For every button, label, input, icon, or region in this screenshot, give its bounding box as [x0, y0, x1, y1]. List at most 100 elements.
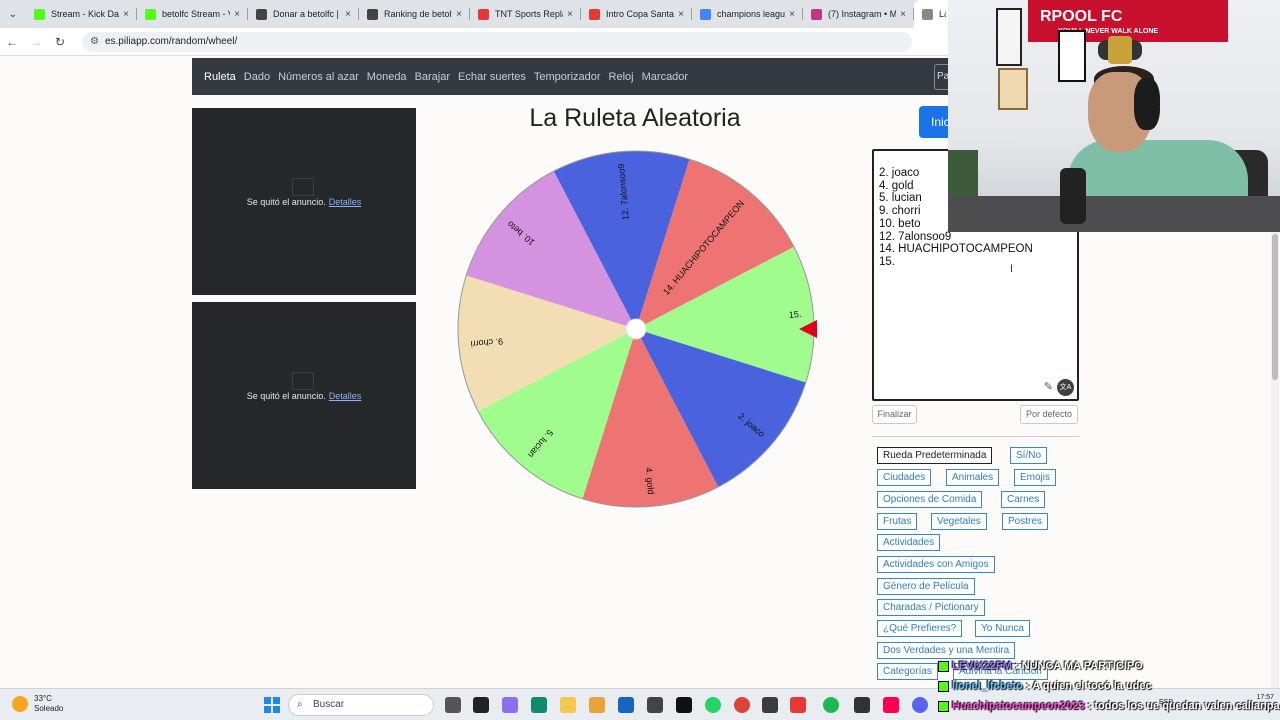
preset-button[interactable]: Rueda Predeterminada	[877, 447, 993, 464]
preset-button[interactable]: Postres	[1002, 513, 1048, 530]
nav-item[interactable]: Barajar	[415, 71, 450, 83]
url-text: es.piliapp.com/random/wheel/	[104, 36, 238, 47]
start-button[interactable]: Inic	[919, 106, 951, 138]
roulette-wheel[interactable]: 15.2. joaco4. gold5. lucian9. chorri10. …	[455, 148, 817, 510]
preset-button[interactable]: Actividades	[877, 534, 941, 551]
close-tab-icon[interactable]: ×	[678, 9, 684, 20]
preset-button[interactable]: Género de Película	[877, 578, 975, 595]
browser-tab[interactable]: champions league ×	[692, 0, 803, 28]
chat-text: : NUNCA MA PARTICIPO	[1014, 660, 1143, 672]
kick-badge-icon	[938, 700, 949, 712]
nav-item[interactable]: Números al azar	[278, 71, 359, 83]
discord-icon[interactable]	[912, 697, 928, 713]
reload-icon[interactable]: ↻	[48, 35, 72, 49]
ad-details-link[interactable]: Detalles	[329, 391, 362, 401]
nav-items: Ruleta Dado Números al azar Moneda Barajar Ec…	[200, 71, 692, 83]
tab-title: Intro Copa Santan	[606, 9, 675, 19]
outlook-icon[interactable]	[618, 697, 634, 713]
copilot-icon[interactable]	[502, 697, 518, 713]
preset-button[interactable]: Emojis	[1014, 469, 1057, 486]
nav-item[interactable]: Marcador	[642, 71, 688, 83]
site-settings-icon[interactable]: ⚙	[90, 36, 99, 47]
textarea-tools: ✎ 文A	[1044, 379, 1074, 396]
weather-desc: Soleado	[34, 704, 64, 713]
tab-favicon-icon	[145, 8, 156, 20]
finalizar-button[interactable]: Finalizar	[872, 405, 917, 424]
forward-icon[interactable]: →	[24, 35, 48, 49]
obs-icon[interactable]	[647, 697, 663, 713]
windows-start-icon[interactable]	[264, 697, 280, 713]
browser-tab[interactable]: Stream - Kick Das ×	[26, 0, 137, 28]
page-scrollbar[interactable]	[1271, 232, 1279, 690]
tiktok-icon[interactable]	[676, 697, 692, 713]
weather-widget[interactable]: 33°C Soleado	[12, 694, 63, 714]
por-defecto-button[interactable]: Por defecto	[1020, 405, 1078, 424]
wall-poster	[1058, 30, 1086, 82]
preset-button[interactable]: Categorías	[877, 663, 938, 680]
translate-icon[interactable]: 文A	[1057, 379, 1074, 396]
tiktok-live-icon[interactable]	[883, 697, 899, 713]
tab-list: Stream - Kick Das × betolfc Stream - V × Don…	[26, 0, 914, 28]
tab-search-icon[interactable]: ⌄	[0, 0, 26, 28]
close-tab-icon[interactable]: ×	[123, 9, 129, 20]
preset-button[interactable]: Frutas	[877, 513, 918, 530]
close-tab-icon[interactable]: ×	[789, 9, 795, 20]
preset-button[interactable]: Charadas / Pictionary	[877, 599, 985, 616]
close-tab-icon[interactable]: ×	[456, 9, 462, 20]
search-icon: ⌕	[297, 699, 303, 710]
tab-title: betolfc Stream - V	[162, 9, 231, 19]
browser-tab[interactable]: betolfc Stream - V ×	[137, 0, 248, 28]
nav-item[interactable]: Echar suertes	[458, 71, 526, 83]
chat-text: : todos los ue quedan valen callanpa	[1087, 700, 1280, 712]
scrollbar-thumb[interactable]	[1272, 234, 1278, 380]
spotify-icon[interactable]	[823, 697, 839, 713]
back-icon[interactable]: ←	[0, 35, 24, 49]
close-tab-icon[interactable]: ×	[234, 9, 240, 20]
text-cursor-icon: I	[1010, 263, 1014, 275]
nav-item[interactable]: Ruleta	[204, 71, 236, 83]
preset-button[interactable]: Animales	[946, 469, 1000, 486]
preset-button[interactable]: Carnes	[1001, 491, 1046, 508]
entry-line: 14. HUACHIPOTOCAMPEON	[879, 243, 1033, 256]
whatsapp-icon[interactable]	[705, 697, 721, 713]
preset-button[interactable]: Sí/No	[1010, 447, 1048, 464]
ad-slot-top: Se quitó el anuncio. Detalles	[192, 108, 416, 295]
app-icon[interactable]	[473, 697, 489, 713]
url-field[interactable]: ⚙ es.piliapp.com/random/wheel/	[82, 31, 912, 52]
edit-pen-icon[interactable]: ✎	[1044, 381, 1053, 394]
browser-tab[interactable]: Ranking de betolf ×	[359, 0, 470, 28]
store-icon[interactable]	[589, 697, 605, 713]
tab-favicon-icon	[811, 8, 822, 20]
preset-button[interactable]: Opciones de Comida	[877, 491, 983, 508]
entry-line: 15.	[879, 255, 895, 268]
kick-badge-icon	[938, 660, 949, 672]
preset-button[interactable]: Vegetales	[931, 513, 987, 530]
task-view-icon[interactable]	[445, 697, 461, 713]
close-tab-icon[interactable]: ×	[345, 9, 351, 20]
nav-item[interactable]: Moneda	[367, 71, 407, 83]
nav-item[interactable]: Reloj	[609, 71, 634, 83]
edge-icon[interactable]	[531, 697, 547, 713]
chrome-icon[interactable]	[734, 697, 750, 713]
close-tab-icon[interactable]: ×	[900, 9, 906, 20]
nav-item[interactable]: Dado	[244, 71, 270, 83]
file-explorer-icon[interactable]	[560, 697, 576, 713]
tab-title: TNT Sports Replay	[495, 9, 563, 19]
app-icon[interactable]	[854, 697, 870, 713]
ad-details-link[interactable]: Detalles	[329, 197, 362, 207]
app-icon[interactable]	[762, 697, 778, 713]
browser-tab[interactable]: Intro Copa Santan ×	[581, 0, 692, 28]
taskbar-search[interactable]: ⌕ Buscar	[288, 694, 434, 716]
ad-removed-text: Se quitó el anuncio.	[246, 390, 326, 401]
youtube-icon[interactable]	[790, 697, 806, 713]
browser-tab[interactable]: Donar a betolfc | ×	[248, 0, 359, 28]
nav-language-box[interactable]: Pa	[934, 64, 948, 90]
preset-button[interactable]: Actividades con Amigos	[877, 556, 995, 573]
preset-button[interactable]: Yo Nunca	[975, 620, 1030, 637]
browser-tab[interactable]: (7) Instagram • Me ×	[803, 0, 914, 28]
preset-button[interactable]: ¿Qué Prefieres?	[877, 620, 963, 637]
preset-button[interactable]: Ciudades	[877, 469, 932, 486]
nav-item[interactable]: Temporizador	[534, 71, 601, 83]
close-tab-icon[interactable]: ×	[567, 9, 573, 20]
browser-tab[interactable]: TNT Sports Replay ×	[470, 0, 581, 28]
